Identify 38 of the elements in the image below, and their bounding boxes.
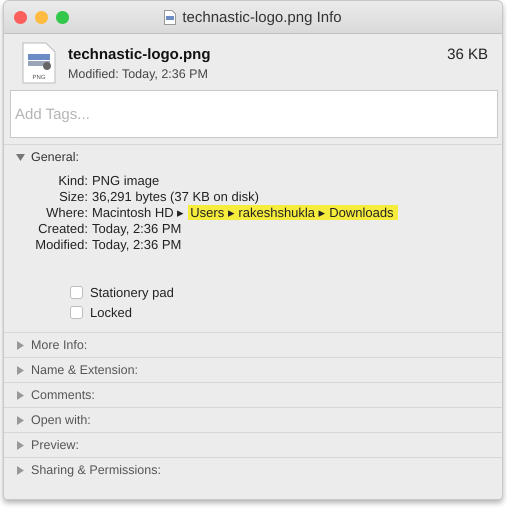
modified-date: Modified: Today, 2:36 PM [68, 66, 209, 80]
info-value: Macintosh HD ▸ [92, 205, 184, 220]
triangle-down-icon[interactable] [16, 152, 25, 162]
section-title[interactable]: Name & Extension: [31, 363, 138, 377]
section-title[interactable]: Preview: [31, 438, 79, 452]
info-value: Today, 2:36 PM [92, 237, 182, 252]
checkbox[interactable] [70, 306, 83, 319]
highlighted-path: Users ▸ rakeshshukla ▸ Downloads [188, 205, 398, 220]
triangle-right-icon[interactable] [16, 416, 25, 424]
info-label: Kind: [57, 173, 88, 188]
triangle-right-icon[interactable] [16, 440, 25, 450]
info-value: Today, 2:36 PM [92, 221, 182, 236]
section-title[interactable]: General: [31, 150, 79, 164]
document-icon [164, 10, 176, 24]
tags-field[interactable]: Add Tags... [10, 90, 498, 138]
info-label: Created: [37, 221, 88, 236]
triangle-right-icon[interactable] [16, 340, 25, 350]
section-title[interactable]: More Info: [31, 338, 88, 352]
window-title: technastic-logo.png Info [182, 8, 342, 26]
info-value: PNG image [92, 173, 160, 188]
section-title[interactable]: Sharing & Permissions: [31, 463, 161, 477]
section-title[interactable]: Open with: [31, 413, 91, 427]
triangle-right-icon[interactable] [16, 366, 25, 374]
info-label: Where: [45, 205, 88, 220]
minimize-button[interactable] [35, 10, 48, 24]
zoom-button[interactable] [56, 10, 69, 24]
triangle-right-icon[interactable] [16, 466, 25, 474]
info-label: Modified: [34, 237, 88, 252]
info-value: 36,291 bytes (37 KB on disk) [92, 189, 259, 204]
file-size: 36 KB [447, 46, 488, 63]
checkbox[interactable] [70, 286, 83, 299]
close-button[interactable] [14, 10, 27, 24]
file-name: technastic-logo.png [68, 46, 210, 62]
checkbox-label: Locked [90, 305, 132, 320]
checkbox-label: Stationery pad [90, 285, 174, 300]
info-label: Size: [58, 189, 88, 204]
triangle-right-icon[interactable] [16, 390, 25, 400]
section-title[interactable]: Comments: [31, 388, 95, 402]
